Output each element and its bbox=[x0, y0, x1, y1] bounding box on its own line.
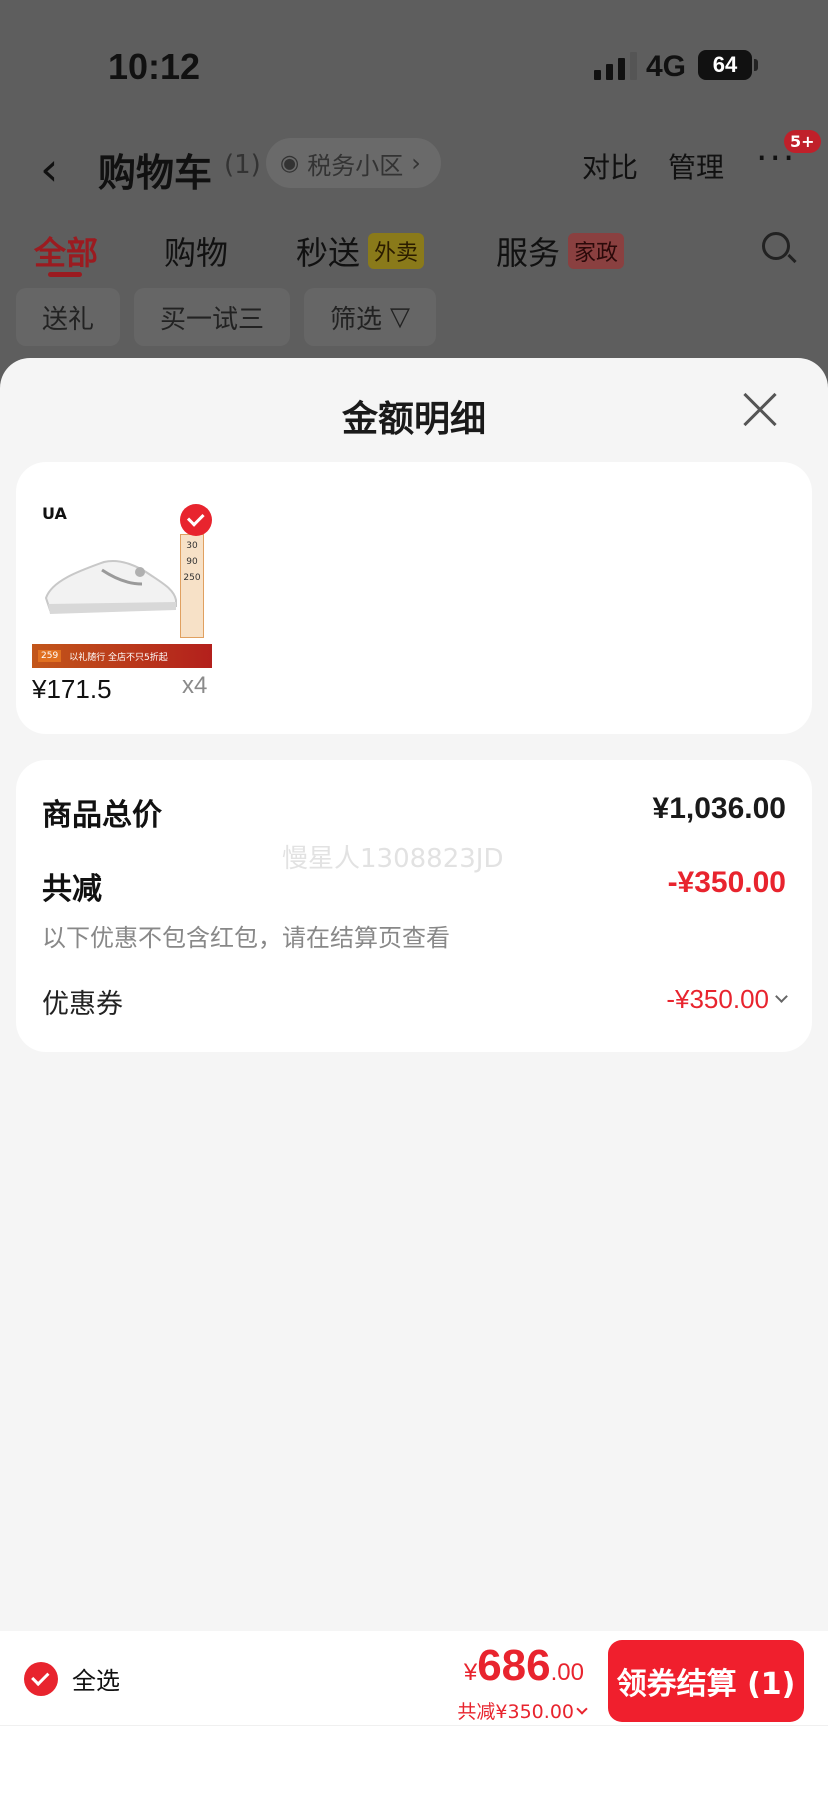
chip-gift[interactable]: 送礼 bbox=[16, 288, 121, 346]
discount-note: 以下优惠不包含红包，请在结算页查看 bbox=[42, 924, 450, 952]
tab-service[interactable]: 服务 家政 bbox=[496, 228, 625, 274]
category-tabs: 全部 购物 秒送 外卖 服务 家政 bbox=[0, 220, 828, 280]
search-icon[interactable] bbox=[762, 232, 790, 260]
product-card: UA 30 90 250 259 以礼随行 全店不只5折起 ¥171.5 x4 bbox=[16, 462, 812, 734]
tab-shopping[interactable]: 购物 bbox=[164, 228, 228, 274]
select-all-label: 全选 bbox=[72, 1667, 120, 1695]
checkout-bar: 全选 ¥ 686 .00 共减¥350.00 领券结算 (1) bbox=[0, 1631, 828, 1801]
signal-icon bbox=[594, 52, 637, 80]
chip-filter[interactable]: 筛选 ▽ bbox=[304, 288, 437, 346]
product-image: UA 30 90 250 259 以礼随行 全店不只5折起 bbox=[32, 500, 212, 670]
discount-value: -¥350.00 bbox=[667, 866, 786, 899]
location-pill[interactable]: ◉ 税务小区 › bbox=[266, 138, 441, 188]
coupon-value: -¥350.00 bbox=[666, 984, 769, 1014]
strip-text: 90 bbox=[186, 557, 198, 567]
status-bar: 10:12 4G 64 bbox=[0, 0, 828, 130]
battery-icon: 64 bbox=[698, 50, 752, 80]
compare-button[interactable]: 对比 bbox=[582, 146, 638, 186]
manage-button[interactable]: 管理 bbox=[668, 146, 724, 186]
coupon-row[interactable]: -¥350.00 bbox=[666, 984, 788, 1015]
filter-chips: 送礼 买一试三 筛选 ▽ bbox=[16, 288, 437, 346]
promo-banner: 259 以礼随行 全店不只5折起 bbox=[32, 644, 212, 668]
amount-detail-sheet: 金额明细 UA 30 90 250 259 以礼随行 全店不只5折起 ¥171.… bbox=[0, 358, 828, 1631]
chevron-down-icon bbox=[775, 990, 788, 1003]
price-strip: 30 90 250 bbox=[180, 534, 204, 638]
product-item[interactable]: UA 30 90 250 259 以礼随行 全店不只5折起 bbox=[32, 500, 212, 682]
divider bbox=[0, 1725, 828, 1726]
checkout-button[interactable]: 领券结算 (1) bbox=[608, 1640, 804, 1722]
select-all[interactable]: 全选 bbox=[24, 1661, 120, 1696]
product-quantity: x4 bbox=[182, 672, 208, 699]
summary-card: 慢星人1308823JD 商品总价 ¥1,036.00 共减 -¥350.00 … bbox=[16, 760, 812, 1052]
total-value: ¥1,036.00 bbox=[652, 792, 786, 825]
strip-text: 30 bbox=[186, 541, 198, 551]
tab-label: 服务 bbox=[496, 234, 561, 272]
tab-all[interactable]: 全部 bbox=[34, 228, 98, 274]
total-decimal: .00 bbox=[550, 1659, 584, 1686]
discount-summary-label: 共减¥350.00 bbox=[457, 1701, 574, 1723]
funnel-icon: ▽ bbox=[390, 302, 411, 332]
checkmark-icon bbox=[24, 1661, 58, 1696]
chip-label: 筛选 bbox=[330, 304, 383, 335]
shoe-image bbox=[44, 560, 177, 614]
chip-trial[interactable]: 买一试三 bbox=[134, 288, 291, 346]
network-label: 4G bbox=[646, 50, 687, 83]
discount-label: 共减 bbox=[42, 872, 102, 907]
total-label: 商品总价 bbox=[42, 798, 162, 833]
page-title: 购物车 bbox=[98, 151, 213, 195]
total-integer: 686 bbox=[477, 1641, 551, 1690]
chevron-right-icon: › bbox=[411, 149, 421, 177]
brand-logo: UA bbox=[42, 504, 67, 523]
tab-active-indicator bbox=[48, 272, 82, 277]
tab-label: 购物 bbox=[164, 234, 229, 272]
tab-express[interactable]: 秒送 外卖 bbox=[296, 228, 425, 274]
tab-tag: 外卖 bbox=[368, 233, 425, 269]
promo-price: 259 bbox=[38, 650, 62, 662]
tab-label: 全部 bbox=[34, 234, 99, 272]
currency-symbol: ¥ bbox=[463, 1659, 478, 1686]
notification-badge: 5+ bbox=[784, 130, 821, 153]
total-price: ¥ 686 .00 bbox=[464, 1641, 584, 1691]
chevron-down-icon bbox=[576, 1702, 588, 1715]
cart-count: (1) bbox=[224, 150, 261, 180]
coupon-label: 优惠券 bbox=[42, 989, 123, 1020]
tab-tag: 家政 bbox=[568, 233, 625, 269]
product-price: ¥171.5 bbox=[32, 674, 112, 704]
strip-text: 250 bbox=[183, 573, 201, 583]
chevron-left-icon[interactable]: ‹ bbox=[40, 142, 58, 196]
close-icon[interactable] bbox=[738, 390, 778, 430]
cart-header: ‹ 购物车 (1) ◉ 税务小区 › 对比 管理 ··· 5+ bbox=[0, 130, 828, 230]
tab-label: 秒送 bbox=[296, 234, 361, 272]
eye-icon: ◉ bbox=[280, 150, 300, 176]
discount-summary[interactable]: 共减¥350.00 bbox=[457, 1697, 588, 1724]
promo-text: 以礼随行 全店不只5折起 bbox=[69, 652, 168, 663]
sheet-title: 金额明细 bbox=[341, 399, 486, 440]
watermark: 慢星人1308823JD bbox=[282, 844, 504, 874]
status-time: 10:12 bbox=[108, 46, 201, 87]
checkmark-icon[interactable] bbox=[180, 504, 212, 536]
battery-cap bbox=[754, 59, 758, 71]
location-label: 税务小区 bbox=[307, 151, 404, 180]
